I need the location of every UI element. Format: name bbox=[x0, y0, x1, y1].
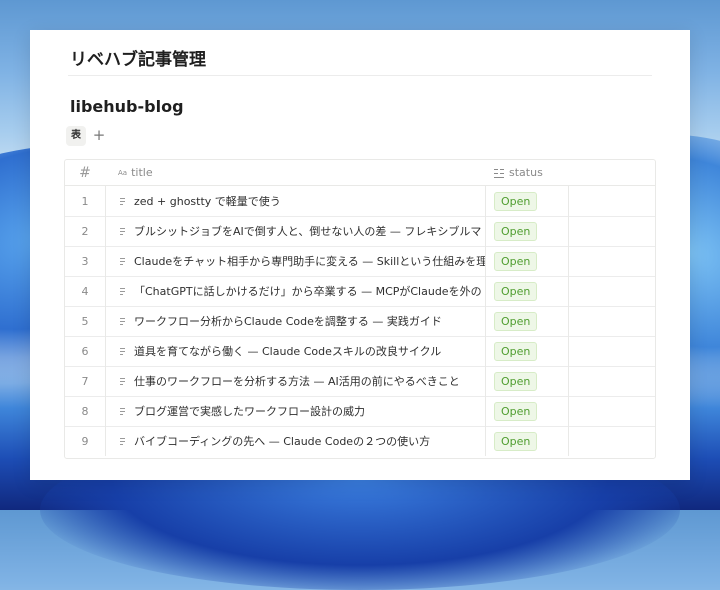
row-number: 1 bbox=[81, 194, 89, 208]
row-title: 「ChatGPTに話しかけるだけ」から卒業する — MCPがClaudeを外の bbox=[134, 285, 482, 298]
status-property-icon bbox=[494, 168, 504, 178]
status-badge: Open bbox=[494, 281, 538, 301]
row-number: 6 bbox=[81, 344, 89, 358]
view-tab-table[interactable]: 表 bbox=[66, 126, 86, 146]
row-title: zed + ghostty で軽量で使う bbox=[134, 195, 281, 208]
row-title: ブルシットジョブをAIで倒す人と、倒せない人の差 — フレキシブルマ bbox=[134, 225, 482, 238]
status-badge: Open bbox=[494, 401, 538, 421]
status-badge: Open bbox=[494, 431, 538, 451]
row-number: 9 bbox=[81, 434, 89, 448]
row-status-cell[interactable]: Open bbox=[485, 426, 569, 456]
row-title-cell[interactable]: 道具を育てながら働く — Claude Codeスキルの改良サイクル bbox=[105, 336, 485, 366]
table-row[interactable]: 9 バイブコーディングの先へ — Claude Codeの２つの使い方 Open bbox=[65, 426, 655, 456]
table-row[interactable]: 3 Claudeをチャット相手から専門助手に変える — Skillという仕組みを… bbox=[65, 246, 655, 277]
row-title-cell[interactable]: ブログ運営で実感したワークフロー設計の威力 bbox=[105, 396, 485, 426]
table-row[interactable]: 7 仕事のワークフローを分析する方法 — AI活用の前にやるべきこと Open bbox=[65, 366, 655, 397]
row-filler bbox=[569, 186, 655, 216]
header-filler bbox=[569, 160, 655, 185]
row-title: Claudeをチャット相手から専門助手に変える — Skillという仕組みを理 bbox=[134, 255, 485, 268]
row-status-cell[interactable]: Open bbox=[485, 216, 569, 246]
title-divider bbox=[68, 75, 652, 76]
row-number: 4 bbox=[81, 284, 89, 298]
database-table: # Aa title status 1 zed + ghostty で軽量で使う bbox=[64, 159, 656, 459]
row-status-cell[interactable]: Open bbox=[485, 186, 569, 216]
row-number: 5 bbox=[81, 314, 89, 328]
row-title: 仕事のワークフローを分析する方法 — AI活用の前にやるべきこと bbox=[134, 375, 460, 388]
status-badge: Open bbox=[494, 221, 538, 241]
page-icon bbox=[118, 345, 128, 357]
status-badge: Open bbox=[494, 311, 538, 331]
row-title-cell[interactable]: Claudeをチャット相手から専門助手に変える — Skillという仕組みを理 bbox=[105, 246, 485, 276]
page-icon bbox=[118, 255, 128, 267]
notion-page: リベハブ記事管理 libehub-blog 表 + # Aa title sta… bbox=[30, 30, 690, 480]
status-badge: Open bbox=[494, 341, 538, 361]
row-filler bbox=[569, 396, 655, 426]
page-icon bbox=[118, 195, 128, 207]
table-row[interactable]: 2 ブルシットジョブをAIで倒す人と、倒せない人の差 — フレキシブルマ Ope… bbox=[65, 216, 655, 247]
table-row[interactable]: 6 道具を育てながら働く — Claude Codeスキルの改良サイクル Ope… bbox=[65, 336, 655, 367]
row-title: ブログ運営で実感したワークフロー設計の威力 bbox=[134, 405, 365, 418]
number-column-header[interactable]: # bbox=[65, 160, 105, 185]
status-badge: Open bbox=[494, 251, 538, 271]
text-property-icon: Aa bbox=[118, 168, 128, 177]
row-status-cell[interactable]: Open bbox=[485, 306, 569, 336]
row-status-cell[interactable]: Open bbox=[485, 366, 569, 396]
row-status-cell[interactable]: Open bbox=[485, 246, 569, 276]
row-title-cell[interactable]: ワークフロー分析からClaude Codeを調整する — 実践ガイド bbox=[105, 306, 485, 336]
row-title-cell[interactable]: 仕事のワークフローを分析する方法 — AI活用の前にやるべきこと bbox=[105, 366, 485, 396]
row-title: ワークフロー分析からClaude Codeを調整する — 実践ガイド bbox=[134, 315, 442, 328]
table-row[interactable]: 8 ブログ運営で実感したワークフロー設計の威力 Open bbox=[65, 396, 655, 427]
row-title: 道具を育てながら働く — Claude Codeスキルの改良サイクル bbox=[134, 345, 442, 358]
row-status-cell[interactable]: Open bbox=[485, 336, 569, 366]
row-filler bbox=[569, 306, 655, 336]
row-title-cell[interactable]: ブルシットジョブをAIで倒す人と、倒せない人の差 — フレキシブルマ bbox=[105, 216, 485, 246]
page-icon bbox=[118, 225, 128, 237]
row-status-cell[interactable]: Open bbox=[485, 276, 569, 306]
row-filler bbox=[569, 216, 655, 246]
row-number: 8 bbox=[81, 404, 89, 418]
row-filler bbox=[569, 366, 655, 396]
page-icon bbox=[118, 405, 128, 417]
table-header-row: # Aa title status bbox=[65, 160, 655, 186]
status-badge: Open bbox=[494, 191, 538, 211]
status-badge: Open bbox=[494, 371, 538, 391]
status-column-label: status bbox=[509, 166, 543, 179]
row-filler bbox=[569, 336, 655, 366]
row-number: 7 bbox=[81, 374, 89, 388]
row-title-cell[interactable]: 「ChatGPTに話しかけるだけ」から卒業する — MCPがClaudeを外の bbox=[105, 276, 485, 306]
title-column-header[interactable]: Aa title bbox=[105, 160, 485, 185]
row-number: 2 bbox=[81, 224, 89, 238]
table-row[interactable]: 1 zed + ghostty で軽量で使う Open bbox=[65, 186, 655, 217]
row-filler bbox=[569, 246, 655, 276]
page-icon bbox=[118, 435, 128, 447]
row-filler bbox=[569, 276, 655, 306]
row-title-cell[interactable]: zed + ghostty で軽量で使う bbox=[105, 186, 485, 216]
row-title: バイブコーディングの先へ — Claude Codeの２つの使い方 bbox=[134, 435, 431, 448]
row-number: 3 bbox=[81, 254, 89, 268]
database-title[interactable]: libehub-blog bbox=[70, 97, 184, 116]
row-title-cell[interactable]: バイブコーディングの先へ — Claude Codeの２つの使い方 bbox=[105, 426, 485, 456]
page-icon bbox=[118, 285, 128, 297]
table-row[interactable]: 4 「ChatGPTに話しかけるだけ」から卒業する — MCPがClaudeを外… bbox=[65, 276, 655, 307]
status-column-header[interactable]: status bbox=[485, 160, 569, 185]
add-view-button[interactable]: + bbox=[92, 125, 106, 145]
page-icon bbox=[118, 315, 128, 327]
page-title[interactable]: リベハブ記事管理 bbox=[70, 45, 206, 70]
title-column-label: title bbox=[131, 166, 153, 179]
row-status-cell[interactable]: Open bbox=[485, 396, 569, 426]
row-filler bbox=[569, 426, 655, 456]
page-icon bbox=[118, 375, 128, 387]
table-row[interactable]: 5 ワークフロー分析からClaude Codeを調整する — 実践ガイド Ope… bbox=[65, 306, 655, 337]
